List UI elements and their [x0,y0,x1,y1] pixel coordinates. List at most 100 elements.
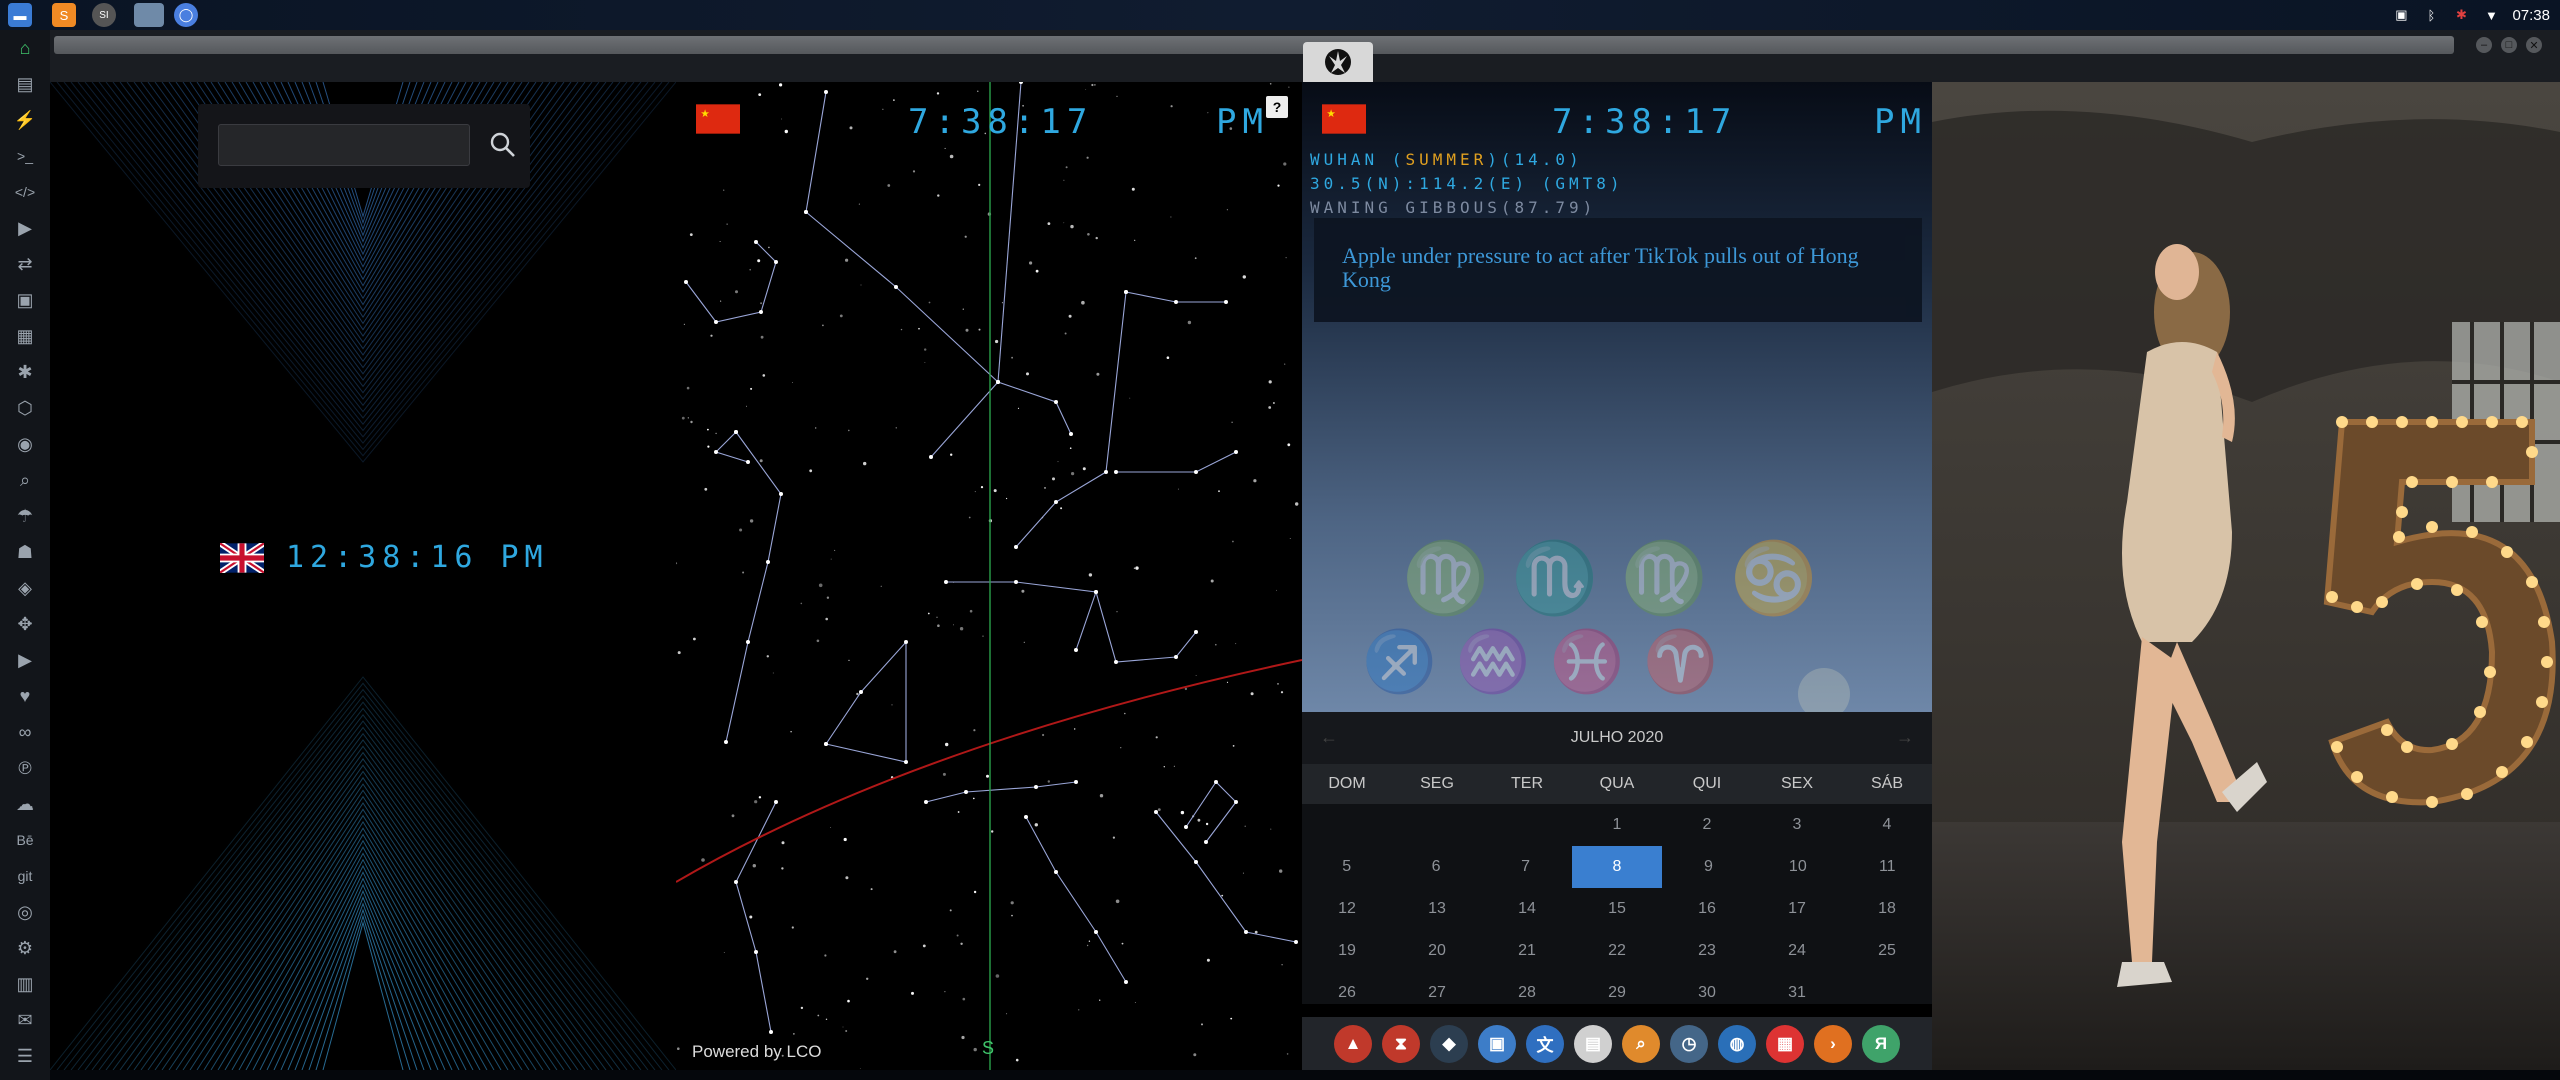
expand-icon[interactable]: ✥ [0,606,50,642]
calendar-day[interactable]: 15 [1572,888,1662,930]
infinity-icon[interactable]: ∞ [0,714,50,750]
network-icon[interactable]: ▼ [2482,6,2500,24]
github-icon[interactable]: ◎ [0,894,50,930]
calendar-day[interactable]: 12 [1302,888,1392,930]
calendar-day[interactable]: 8 [1572,846,1662,888]
news-app-icon[interactable]: ▤ [1574,1024,1612,1063]
finder-app-icon[interactable]: ⌕ [1622,1024,1660,1063]
calendar-day[interactable]: 25 [1842,930,1932,972]
calendar-day[interactable]: 20 [1392,930,1482,972]
pinterest-icon[interactable]: ℗ [0,750,50,786]
clock-app-icon[interactable]: ◷ [1670,1024,1708,1063]
home-icon[interactable]: ⌂ [0,30,50,66]
window-thumbnail-icon[interactable] [134,3,164,27]
terminal-icon[interactable]: >_ [0,138,50,174]
calendar-day[interactable]: 26 [1302,972,1392,1014]
calendar-day[interactable]: 9 [1664,846,1753,888]
network-icon[interactable]: ⚙ [0,930,50,966]
chromium-icon[interactable]: ◯ [174,3,198,27]
calendar-day[interactable]: 17 [1752,888,1842,930]
minimize-button[interactable]: – [2476,37,2492,53]
cloud-icon[interactable]: ☁ [0,786,50,822]
terminal-app-icon[interactable]: › [1814,1024,1852,1063]
weekday-ter: TER [1511,775,1543,792]
star-map[interactable] [676,82,1302,1070]
calendar-day[interactable]: 18 [1842,888,1932,930]
calendar-app-icon[interactable]: ▦ [1766,1024,1804,1063]
calendar-day[interactable]: 5 [1302,846,1391,888]
document-icon[interactable]: ▤ [0,66,50,102]
search-input[interactable] [218,124,470,166]
calendar-day[interactable]: 27 [1392,972,1482,1014]
powered-by-label[interactable]: Powered by LCO [692,1042,821,1062]
search-icon[interactable]: ⌕ [0,462,50,498]
calendar-day[interactable]: 1 [1572,804,1662,846]
git-icon[interactable]: git [0,858,50,894]
address-bar[interactable] [54,36,2454,54]
settings-icon[interactable]: ✱ [0,354,50,390]
calendar-day[interactable]: 31 [1752,972,1842,1014]
calendar-day[interactable]: 7 [1481,846,1570,888]
calendar-day[interactable]: 22 [1572,930,1662,972]
moon-phase-label: WANING GIBBOUS(87.79) [1310,198,1597,217]
calendar-day[interactable]: 3 [1752,804,1842,846]
calendar-day[interactable]: 28 [1482,972,1572,1014]
screenshot-icon[interactable]: ▣ [2392,6,2410,24]
vector-app-icon[interactable]: ▲ [1334,1024,1372,1063]
browser-app-icon[interactable]: ◍ [1718,1024,1756,1063]
map-icon[interactable]: ▥ [0,966,50,1002]
search-button[interactable] [484,126,522,164]
calendar-day[interactable]: 24 [1752,930,1842,972]
yandex-app-icon[interactable]: Я [1862,1024,1900,1063]
calendar-day[interactable]: 16 [1662,888,1752,930]
preview-app-icon[interactable]: ▣ [1478,1024,1516,1063]
translate-app-icon[interactable]: 文 [1526,1024,1564,1063]
news-headline[interactable]: Apple under pressure to act after TikTok… [1342,244,1902,292]
package-icon[interactable]: ⬡ [0,390,50,426]
bluetooth-icon[interactable]: ᛒ [2422,6,2440,24]
calendar-day[interactable]: 23 [1662,930,1752,972]
clock[interactable]: 07:38 [2512,7,2550,24]
gpu-app-icon[interactable]: ◆ [1430,1024,1468,1063]
calendar-day[interactable]: 2 [1662,804,1752,846]
globe-icon[interactable]: ◉ [0,426,50,462]
calendar-day[interactable]: 6 [1391,846,1480,888]
calendar-day[interactable]: 30 [1662,972,1752,1014]
storage-icon[interactable]: ☰ [0,1038,50,1074]
calendar-day[interactable]: 29 [1572,972,1662,1014]
news-icon[interactable]: ▦ [0,318,50,354]
sublime-text-icon[interactable]: S [52,3,76,27]
image-icon[interactable]: ▣ [0,282,50,318]
lightning-icon[interactable]: ⚡ [0,102,50,138]
calendar-day[interactable]: 14 [1482,888,1572,930]
news-card[interactable]: Apple under pressure to act after TikTok… [1314,218,1922,322]
behance-icon[interactable]: Bē [0,822,50,858]
help-button[interactable]: ? [1266,96,1288,118]
play-icon[interactable]: ▶ [0,210,50,246]
heart-icon[interactable]: ♥ [0,678,50,714]
tag-icon[interactable]: ◈ [0,570,50,606]
translate-icon[interactable]: ⇄ [0,246,50,282]
calendar-day[interactable]: 21 [1482,930,1572,972]
calendar-day[interactable]: 13 [1392,888,1482,930]
close-button[interactable]: ✕ [2526,37,2542,53]
file-manager-icon[interactable]: ▬ [8,3,32,27]
calendar-day[interactable]: 19 [1302,930,1392,972]
rebel-alliance-icon[interactable] [1303,42,1373,82]
calendar-next-button[interactable]: → [1896,727,1914,748]
calendar-day[interactable]: 10 [1753,846,1842,888]
calendar-prev-button[interactable]: ← [1320,727,1338,748]
mail-icon[interactable]: ✉ [0,1002,50,1038]
contact-icon[interactable]: ☗ [0,534,50,570]
calendar-day[interactable]: 11 [1843,846,1932,888]
youtube-icon[interactable]: ▶ [0,642,50,678]
app-si-icon[interactable]: SI [92,3,116,27]
code-icon[interactable]: </> [0,174,50,210]
maximize-button[interactable]: □ [2501,37,2517,53]
calendar-day[interactable]: 4 [1842,804,1932,846]
umbrella-icon[interactable]: ☂ [0,498,50,534]
timer-app-icon[interactable]: ⧗ [1382,1024,1420,1063]
alert-icon[interactable]: ✱ [2452,6,2470,24]
calendar-empty [1842,972,1932,1014]
fashion-photo [1932,82,2560,1070]
